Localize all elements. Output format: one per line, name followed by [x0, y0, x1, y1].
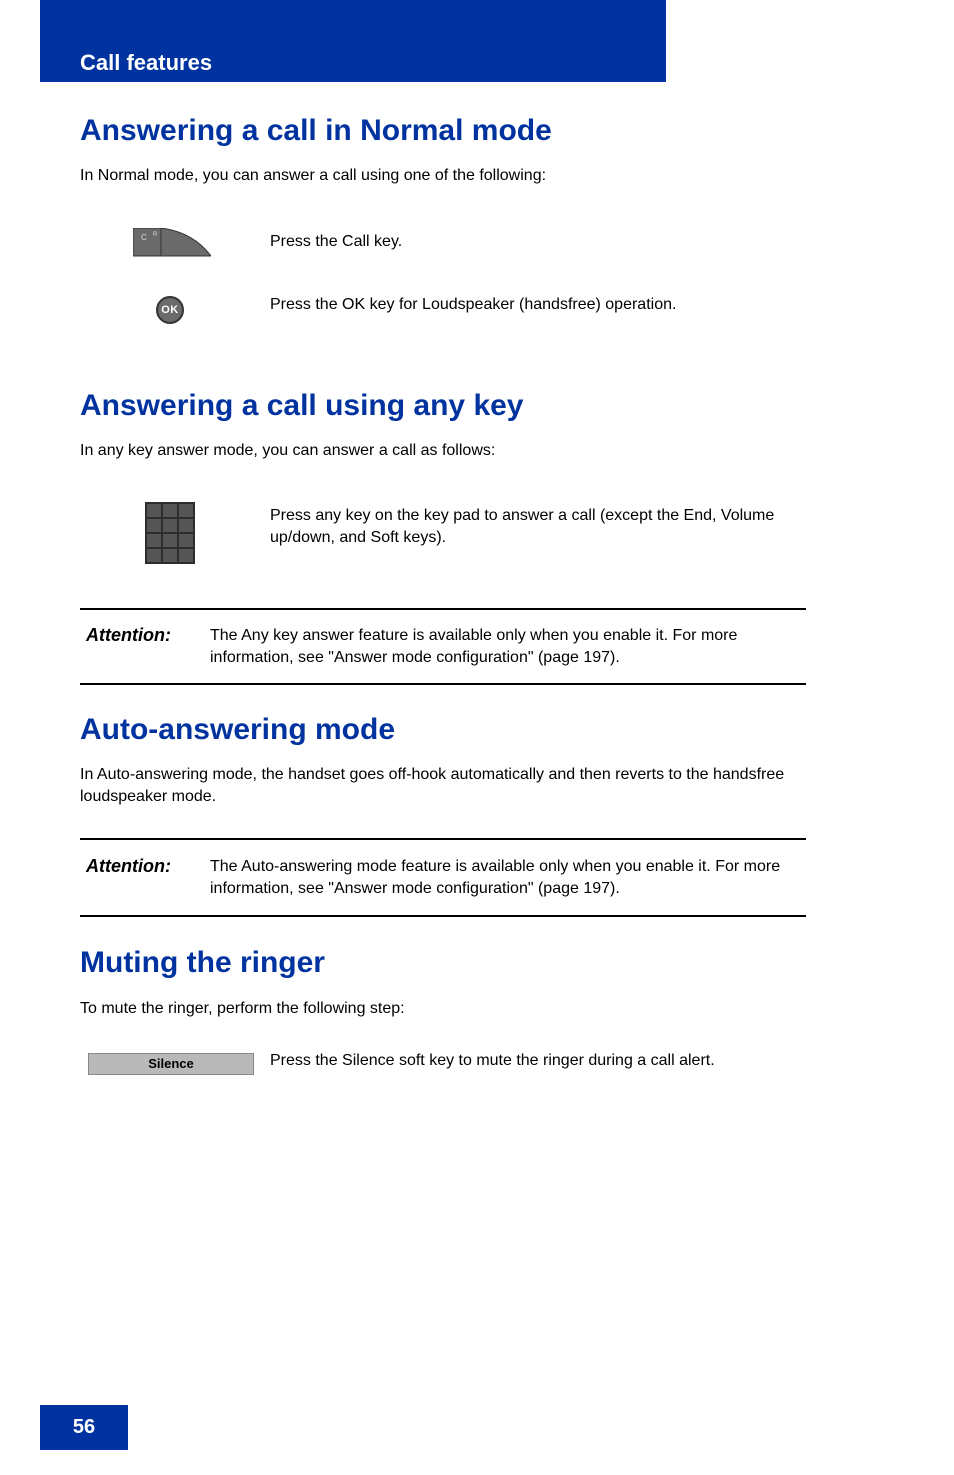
section3-title: Auto-answering mode — [80, 712, 805, 748]
section4-intro: To mute the ringer, perform the followin… — [80, 998, 805, 1020]
section2-intro: In any key answer mode, you can answer a… — [80, 440, 805, 462]
page-number: 56 — [40, 1405, 128, 1450]
section1-intro: In Normal mode, you can answer a call us… — [80, 165, 805, 187]
silence-softkey: Silence — [88, 1053, 254, 1075]
ok-key-icon: OK — [156, 296, 184, 324]
section1-title: Answering a call in Normal mode — [80, 113, 805, 149]
section3-attention-body: The Auto-answering mode feature is avail… — [210, 856, 805, 899]
svg-text:C: C — [141, 233, 147, 242]
section3-intro: In Auto-answering mode, the handset goes… — [80, 764, 805, 807]
rule — [80, 838, 806, 840]
section2-title: Answering a call using any key — [80, 388, 805, 424]
rule — [80, 683, 806, 685]
section3-attention-label: Attention: — [86, 856, 171, 877]
section4-title: Muting the ringer — [80, 945, 805, 981]
call-key-icon: C R — [133, 228, 211, 258]
rule — [80, 915, 806, 917]
section2-keypad-text: Press any key on the key pad to answer a… — [270, 505, 805, 548]
section4-softkey-text: Press the Silence soft key to mute the r… — [270, 1050, 805, 1072]
rule — [80, 608, 806, 610]
section2-attention-label: Attention: — [86, 625, 171, 646]
section1-okkey-text: Press the OK key for Loudspeaker (handsf… — [270, 294, 805, 316]
section2-attention-body: The Any key answer feature is available … — [210, 625, 805, 668]
ok-key-glyph: OK — [161, 304, 179, 316]
keypad-icon — [145, 502, 195, 564]
svg-text:R: R — [153, 232, 158, 238]
header-title: Call features — [80, 50, 212, 76]
section1-callkey-text: Press the Call key. — [270, 231, 805, 253]
